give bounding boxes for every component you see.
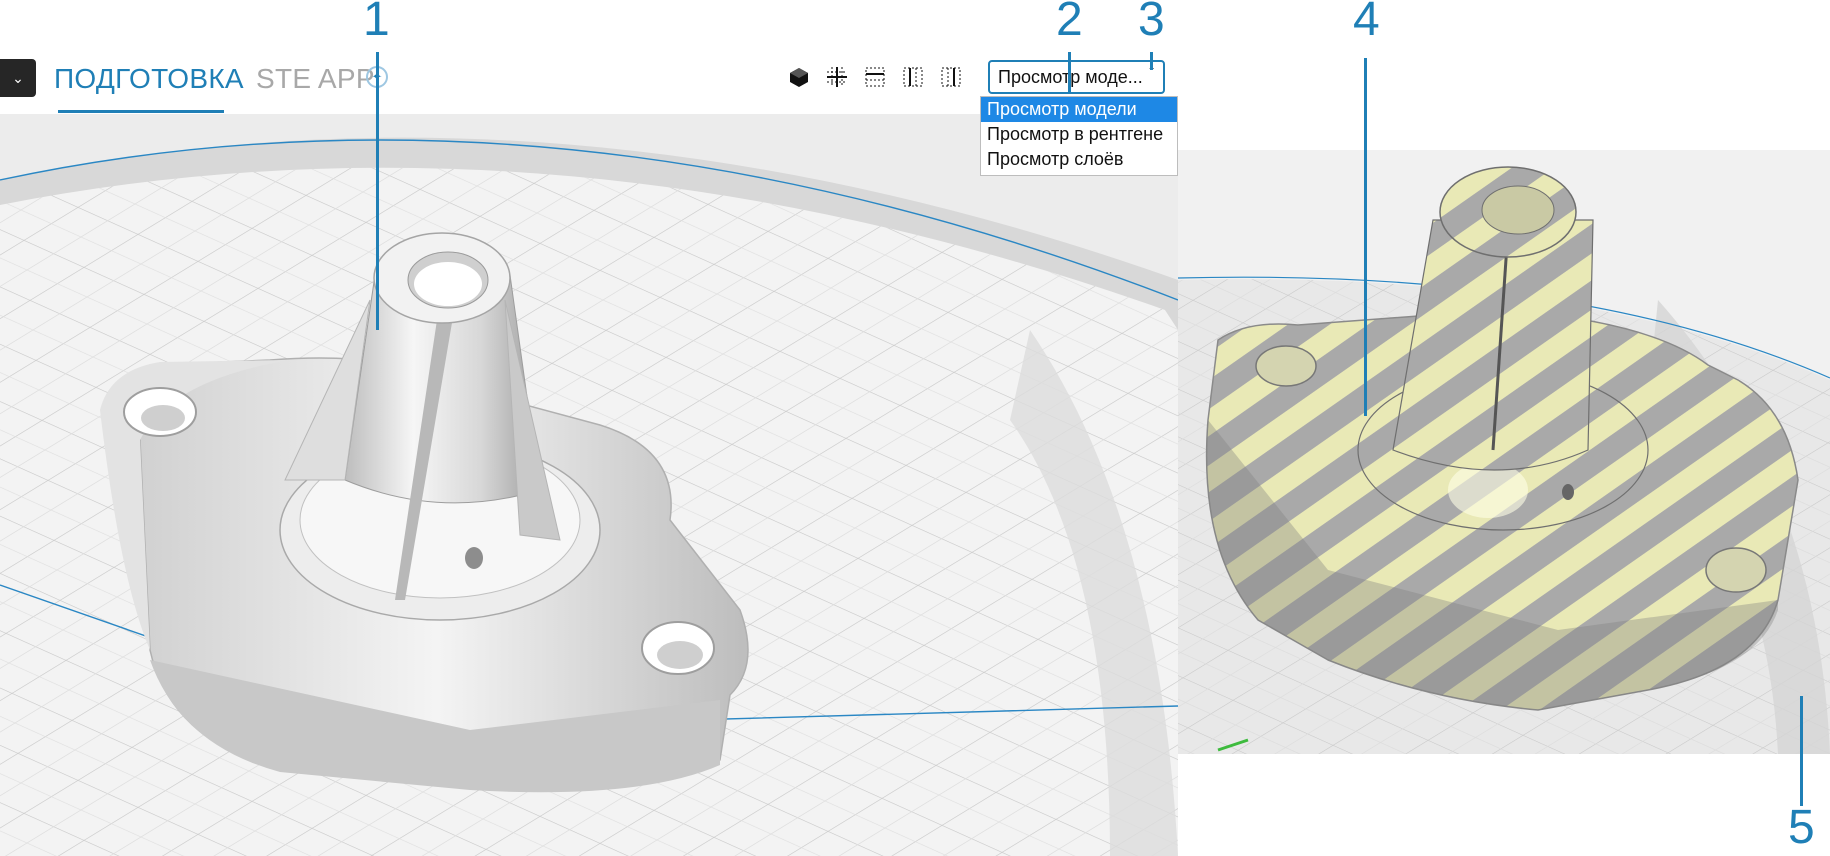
xray-viewport[interactable] [1178,150,1830,754]
view-mode-dropdown: Просмотр модели Просмотр в рентгене Прос… [980,96,1178,176]
right-view-icon[interactable] [940,66,962,88]
tab-prepare[interactable]: ПОДГОТОВКА [54,58,244,110]
view-mode-select[interactable]: Просмотр моде... ˇ [988,60,1165,94]
callout-5: 5 [1788,801,1815,854]
view-mode-option-xray[interactable]: Просмотр в рентгене [981,122,1177,147]
callout-3: 3 [1138,0,1165,46]
view-mode-option-model[interactable]: Просмотр модели [981,97,1177,122]
callout-5-line [1800,696,1803,806]
callout-2-line [1068,52,1071,92]
callout-1: 1 [363,0,390,46]
sidebar-toggle-button[interactable]: ⌄ [0,59,36,97]
callout-2: 2 [1056,0,1083,46]
view-mode-option-layers[interactable]: Просмотр слоёв [981,147,1177,172]
callout-4: 4 [1353,0,1380,46]
chevron-down-icon: ⌄ [12,69,24,86]
model-view-panel: ⌄ ПОДГОТОВКА STE APP ✦ Просмотр моде... … [0,0,1178,856]
top-view-icon[interactable] [864,66,886,88]
callout-4-line [1364,58,1367,416]
solid-view-icon[interactable] [788,66,810,88]
xray-view-panel [1178,150,1830,754]
callout-1-line [376,52,379,330]
callout-3-line [1150,52,1153,70]
tab-ste-app[interactable]: STE APP [256,58,375,110]
active-tab-underline [58,110,224,113]
front-view-icon[interactable] [826,66,848,88]
left-view-icon[interactable] [902,66,924,88]
